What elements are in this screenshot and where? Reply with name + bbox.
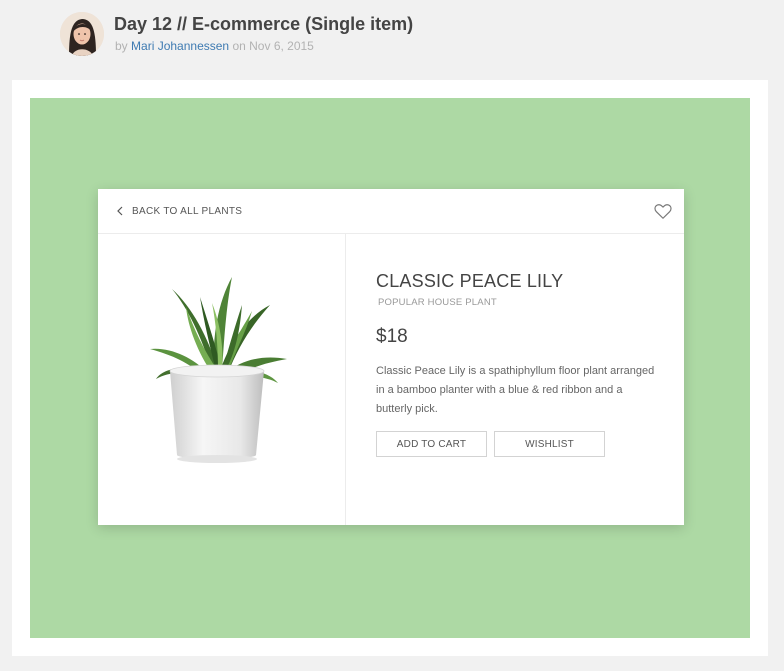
post-title: Day 12 // E-commerce (Single item): [114, 14, 414, 34]
plant-image: [150, 277, 287, 463]
card-top-bar: BACK TO ALL PLANTS: [98, 189, 684, 234]
column-divider: [345, 234, 346, 525]
product-name: CLASSIC PEACE LILY: [376, 271, 564, 291]
product-info: CLASSIC PEACE LILY POPULAR HOUSE PLANT $…: [376, 271, 666, 457]
product-subtitle: POPULAR HOUSE PLANT: [378, 297, 497, 308]
product-description: Classic Peace Lily is a spathiphyllum fl…: [376, 365, 655, 415]
shot-canvas: BACK TO ALL PLANTS CLASSIC PEACE LILY PO…: [30, 98, 750, 638]
add-to-cart-button[interactable]: ADD TO CART: [376, 431, 487, 457]
product-price: $18: [376, 326, 408, 347]
back-to-all-plants-link[interactable]: BACK TO ALL PLANTS: [114, 205, 242, 217]
byline-prefix: by: [115, 39, 128, 53]
shot-frame: BACK TO ALL PLANTS CLASSIC PEACE LILY PO…: [12, 80, 768, 656]
product-actions: ADD TO CART WISHLIST: [376, 431, 666, 457]
product-card: BACK TO ALL PLANTS CLASSIC PEACE LILY PO…: [98, 189, 684, 525]
author-link[interactable]: Mari Johannessen: [131, 39, 229, 53]
heart-icon[interactable]: [654, 203, 672, 220]
byline-on: on: [232, 39, 246, 53]
post-date: Nov 6, 2015: [249, 39, 314, 53]
back-label: BACK TO ALL PLANTS: [132, 205, 243, 217]
chevron-left-icon: [117, 206, 123, 216]
post-byline: by Mari Johannessen on Nov 6, 2015: [115, 39, 314, 53]
avatar[interactable]: [60, 12, 104, 56]
wishlist-button[interactable]: WISHLIST: [494, 431, 605, 457]
